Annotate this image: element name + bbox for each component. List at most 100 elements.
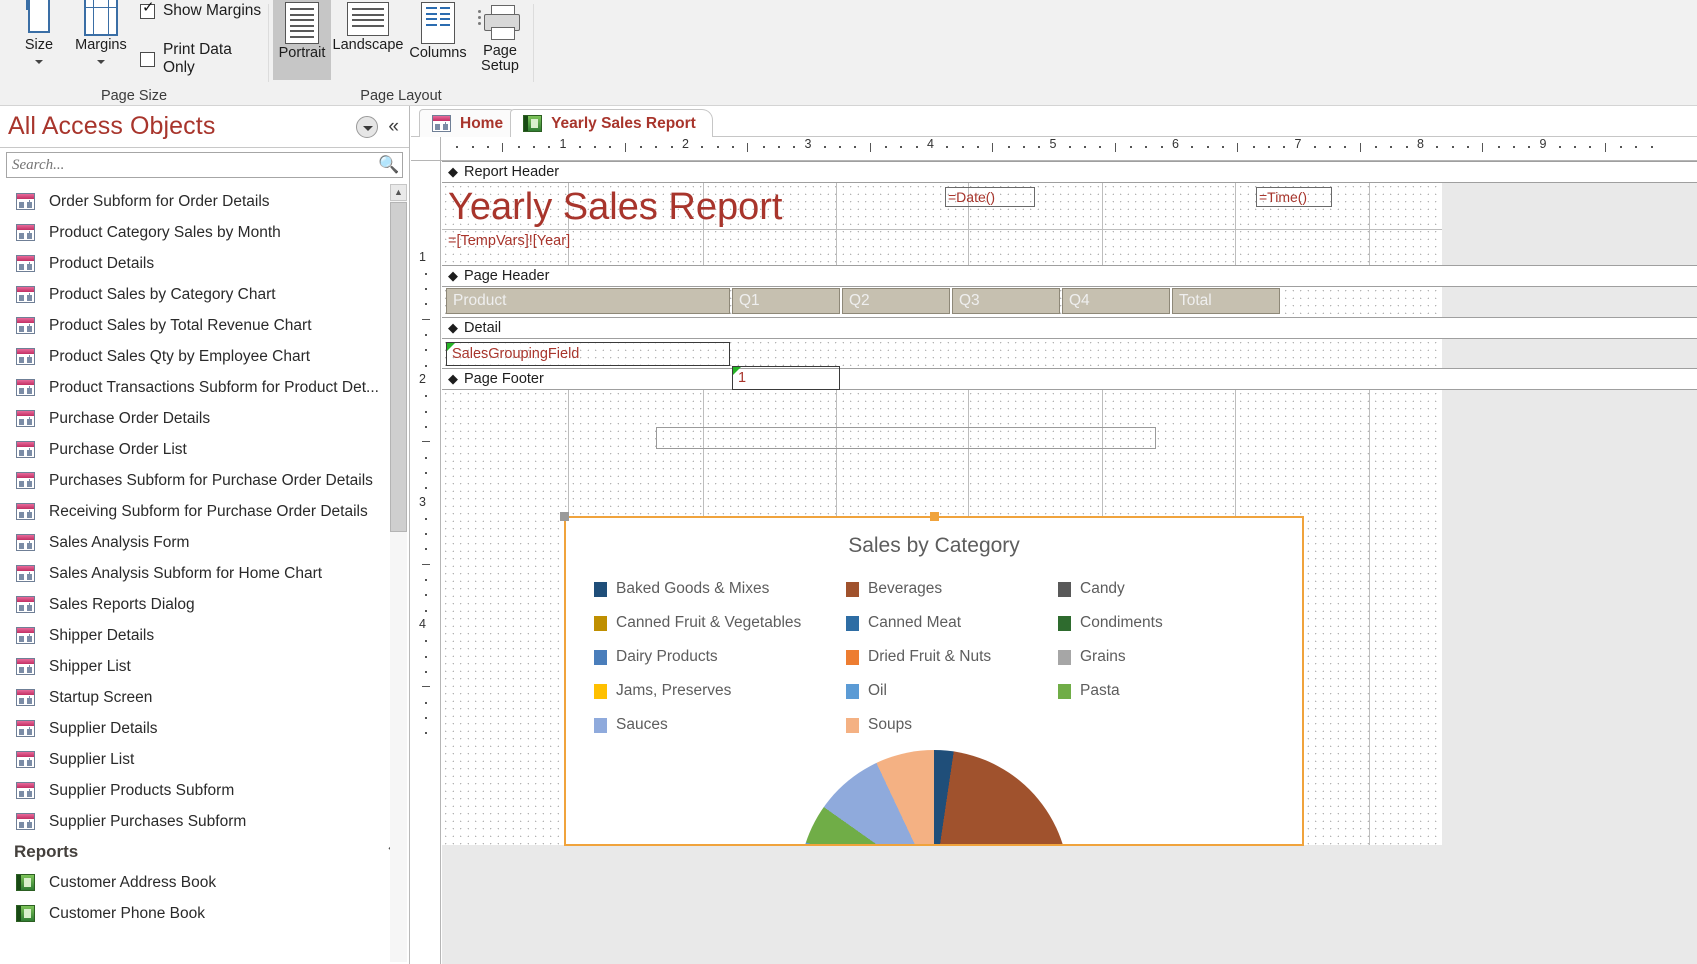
size-button[interactable]: Size: [8, 0, 70, 80]
scrollbar-thumb[interactable]: [390, 202, 407, 532]
list-item[interactable]: Product Sales by Total Revenue Chart: [0, 310, 409, 341]
list-item[interactable]: Customer Address Book: [0, 867, 409, 898]
portrait-button[interactable]: Portrait: [273, 0, 331, 80]
list-item[interactable]: Supplier Products Subform: [0, 775, 409, 806]
ruler-tick: [1314, 146, 1316, 148]
list-item[interactable]: Receiving Subform for Purchase Order Det…: [0, 496, 409, 527]
page-title: All Access Objects: [8, 112, 356, 141]
list-item[interactable]: Purchases Subform for Purchase Order Det…: [0, 465, 409, 496]
report-design-canvas[interactable]: ◆ Report Header Yearly Sales Report =Dat…: [442, 161, 1697, 964]
ruler-tick: [1237, 143, 1238, 152]
tab-home[interactable]: Home: [419, 109, 520, 137]
detail-cell[interactable]: 1: [732, 366, 840, 390]
search-icon[interactable]: 🔍: [376, 155, 402, 175]
chart-resize-handle[interactable]: [560, 512, 569, 521]
margins-button[interactable]: Margins: [70, 0, 132, 80]
report-title-control[interactable]: Yearly Sales Report: [448, 188, 782, 226]
printer-icon: [478, 2, 522, 42]
page-header-cell[interactable]: Product: [446, 288, 730, 314]
form-icon: [432, 115, 451, 132]
ribbon-group-page-size: Size Margins Show Margins Print Data Onl…: [0, 0, 268, 84]
chevron-down-icon[interactable]: [356, 116, 378, 138]
sales-by-category-chart[interactable]: Sales by Category Baked Goods & MixesBev…: [564, 516, 1304, 846]
list-item[interactable]: Startup Screen: [0, 682, 409, 713]
scroll-up-arrow-icon[interactable]: ▲: [390, 184, 407, 201]
band-body-page-footer[interactable]: Sales by Category Baked Goods & MixesBev…: [442, 390, 1442, 845]
landscape-button[interactable]: Landscape: [331, 0, 405, 84]
list-item-label: Sales Analysis Form: [49, 534, 189, 552]
page-layout-group-label: Page Layout: [269, 88, 533, 104]
list-item[interactable]: Order Subform for Order Details: [0, 186, 409, 217]
legend-label: Sauces: [616, 716, 668, 734]
list-item[interactable]: Customer Phone Book: [0, 898, 409, 929]
list-item[interactable]: Product Sales Qty by Employee Chart: [0, 341, 409, 372]
legend-color-swatch: [594, 650, 607, 665]
detail-cell[interactable]: SalesGroupingField: [446, 342, 730, 366]
nav-group-reports[interactable]: Reports ⌃: [0, 837, 409, 867]
report-icon: [523, 115, 542, 132]
date-control[interactable]: =Date(): [945, 187, 1035, 207]
page-footer-placeholder-box[interactable]: [656, 427, 1156, 449]
list-item[interactable]: Shipper Details: [0, 620, 409, 651]
list-item[interactable]: Supplier List: [0, 744, 409, 775]
list-item[interactable]: Sales Analysis Form: [0, 527, 409, 558]
page-header-cell[interactable]: Q4: [1062, 288, 1170, 314]
list-item-label: Supplier Purchases Subform: [49, 813, 246, 831]
legend-label: Pasta: [1080, 682, 1120, 700]
page-size-icon: [24, 0, 54, 36]
ruler-tick: [422, 686, 430, 687]
form-icon: [16, 720, 35, 737]
band-body-report-header[interactable]: Yearly Sales Report =Date() =Time() =[Te…: [442, 183, 1442, 265]
search-input[interactable]: [7, 157, 376, 174]
tab-yearly-sales-report[interactable]: Yearly Sales Report: [510, 109, 713, 137]
show-margins-checkbox[interactable]: Show Margins: [140, 0, 268, 24]
list-item[interactable]: Shipper List: [0, 651, 409, 682]
pie-chart[interactable]: [799, 750, 1069, 846]
band-body-page-header[interactable]: ProductQ1Q2Q3Q4Total: [442, 287, 1442, 317]
chart-legend-item: Canned Meat: [846, 614, 1058, 632]
search-box[interactable]: 🔍: [6, 152, 403, 178]
page-header-cell[interactable]: Total: [1172, 288, 1280, 314]
ruler-tick: [1390, 146, 1392, 148]
list-item-label: Shipper Details: [49, 627, 154, 645]
year-control[interactable]: =[TempVars]![Year]: [448, 233, 570, 249]
ruler-tick: [1436, 146, 1438, 148]
list-item[interactable]: Sales Reports Dialog: [0, 589, 409, 620]
page-header-cell[interactable]: Q3: [952, 288, 1060, 314]
list-item[interactable]: Purchase Order Details: [0, 403, 409, 434]
columns-button[interactable]: Columns: [405, 0, 471, 84]
document-area: Home Yearly Sales Report 123456789 1234 …: [411, 106, 1697, 964]
legend-label: Dried Fruit & Nuts: [868, 648, 991, 666]
collapse-pane-icon[interactable]: «: [388, 116, 399, 138]
list-item[interactable]: Supplier Purchases Subform: [0, 806, 409, 837]
ruler-tick-label: 5: [1050, 137, 1057, 151]
navigation-scrollbar[interactable]: ▲: [390, 184, 407, 962]
page-header-cell[interactable]: Q1: [732, 288, 840, 314]
time-control[interactable]: =Time(): [1256, 187, 1332, 207]
list-item[interactable]: Product Transactions Subform for Product…: [0, 372, 409, 403]
page-header-cell[interactable]: Q2: [842, 288, 950, 314]
page-setup-button[interactable]: Page Setup: [471, 0, 529, 84]
list-item-label: Customer Address Book: [49, 874, 216, 892]
ruler-tick: [701, 146, 703, 148]
chart-resize-handle[interactable]: [930, 512, 939, 521]
band-header-detail[interactable]: ◆ Detail: [442, 317, 1697, 339]
list-item[interactable]: Supplier Details: [0, 713, 409, 744]
ruler-tick: [548, 146, 550, 148]
list-item[interactable]: Sales Analysis Subform for Home Chart: [0, 558, 409, 589]
list-item[interactable]: Product Details: [0, 248, 409, 279]
form-icon: [16, 534, 35, 551]
horizontal-ruler[interactable]: 123456789: [411, 137, 1697, 161]
navigation-object-list[interactable]: Order Subform for Order DetailsProduct C…: [0, 182, 409, 964]
band-header-page-header[interactable]: ◆ Page Header: [442, 265, 1697, 287]
band-body-detail[interactable]: SalesGroupingField1234=Nz([1],0)+Nz([: [442, 339, 1442, 368]
band-header-report-header[interactable]: ◆ Report Header: [442, 161, 1697, 183]
ruler-tick: [425, 411, 427, 413]
band-expand-icon: ◆: [448, 164, 458, 180]
vertical-ruler[interactable]: 1234: [411, 161, 441, 964]
list-item[interactable]: Purchase Order List: [0, 434, 409, 465]
list-item[interactable]: Product Sales by Category Chart: [0, 279, 409, 310]
print-data-only-checkbox[interactable]: Print Data Only: [140, 46, 268, 72]
ruler-tick: [1191, 146, 1193, 148]
list-item[interactable]: Product Category Sales by Month: [0, 217, 409, 248]
